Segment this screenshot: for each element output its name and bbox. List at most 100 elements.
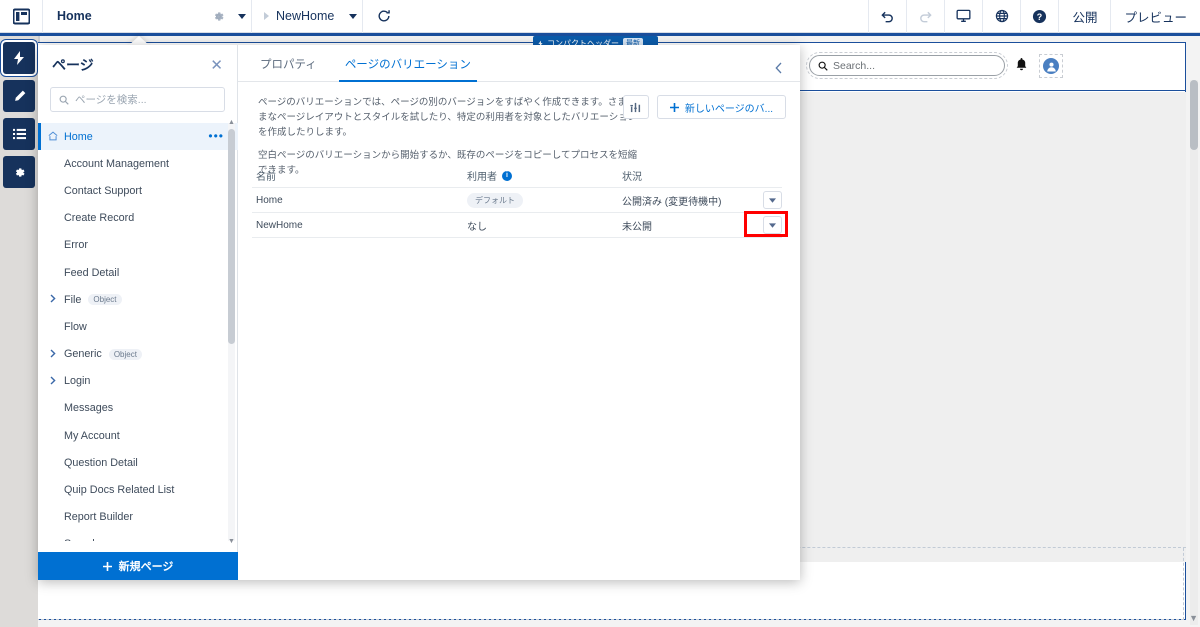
sidebar-item-label: Account Management [64, 157, 170, 170]
sidebar-item-label: My Account [64, 429, 120, 442]
new-page-button[interactable]: 新規ページ [38, 552, 238, 580]
toolbar-right-group: ? 公開 プレビュー [868, 0, 1200, 33]
scroll-down-icon[interactable]: ▼ [228, 538, 235, 545]
pages-list[interactable]: Home ••• Account Management Contact Support… [38, 123, 238, 541]
gear-icon[interactable] [3, 156, 35, 188]
avatar[interactable] [1039, 54, 1063, 78]
row-status: 公開済み (変更待機中) [622, 196, 722, 208]
pages-panel: ページ ✕ ページを検索... Home ••• Account Managemen… [38, 45, 238, 580]
publish-button[interactable]: 公開 [1058, 0, 1110, 33]
canvas-scrollbar[interactable] [1190, 80, 1198, 625]
tab-page-variations[interactable]: ページのバリエーション [338, 56, 477, 82]
chevron-left-icon[interactable] [775, 62, 782, 74]
search-icon [59, 95, 69, 105]
top-toolbar: Home NewHome ? 公開 プレビュー [0, 0, 1200, 33]
sidebar-item-error[interactable]: Error [38, 232, 238, 259]
sidebar-item-search[interactable]: Search [38, 531, 238, 541]
sidebar-item-label: Login [64, 375, 91, 388]
row-menu-caret-down-icon[interactable] [763, 216, 782, 234]
row-name: Home [256, 194, 283, 206]
home-icon [48, 131, 58, 141]
pencil-icon[interactable] [3, 80, 35, 112]
sidebar-item-label: Quip Docs Related List [64, 484, 175, 497]
sidebar-item-my-account[interactable]: My Account [38, 422, 238, 449]
new-page-variation-button[interactable]: 新しいページのバ... [656, 95, 786, 119]
sidebar-item-flow[interactable]: Flow [38, 313, 238, 340]
priority-icon[interactable] [622, 95, 649, 119]
sidebar-item-create-record[interactable]: Create Record [38, 205, 238, 232]
undo-icon[interactable] [868, 0, 906, 33]
sidebar-item-label: Error [64, 239, 88, 252]
search-icon [818, 61, 828, 71]
column-header-audience: 利用者 i [467, 168, 622, 183]
sidebar-item-login[interactable]: Login [38, 368, 238, 395]
globe-icon[interactable] [982, 0, 1020, 33]
sidebar-item-label: Search [64, 538, 98, 541]
info-icon[interactable]: i [502, 170, 512, 181]
audience-pill: デフォルト [467, 192, 523, 208]
variations-panel: プロパティ ページのバリエーション ページのバリエーションでは、ページの別のバー… [238, 45, 800, 580]
scroll-up-icon[interactable]: ▲ [228, 119, 235, 126]
pages-search-placeholder: ページを検索... [75, 94, 147, 106]
page-title: Home [57, 9, 92, 23]
sidebar-item-label: Messages [64, 402, 114, 415]
column-header-status: 状況 [622, 172, 642, 183]
sidebar-item-label: File [64, 293, 82, 306]
app-name[interactable]: NewHome [252, 0, 344, 33]
plus-icon [102, 561, 112, 571]
pages-search-input[interactable]: ページを検索... [50, 87, 225, 112]
sidebar-item-contact-support[interactable]: Contact Support [38, 177, 238, 204]
help-icon[interactable]: ? [1020, 0, 1058, 33]
sidebar-item-feed-detail[interactable]: Feed Detail [38, 259, 238, 286]
sidebar-item-label: Create Record [64, 212, 135, 225]
variations-actions: 新しいページのバ... [622, 95, 786, 119]
sidebar-item-report-builder[interactable]: Report Builder [38, 504, 238, 531]
sidebar-item-messages[interactable]: Messages [38, 395, 238, 422]
row-status: 未公開 [622, 221, 652, 233]
desktop-icon[interactable] [944, 0, 982, 33]
bell-icon[interactable] [1015, 58, 1028, 72]
table-row[interactable]: Home デフォルト 公開済み (変更待機中) [252, 188, 782, 213]
new-page-variation-label: 新しいページのバ... [684, 103, 773, 115]
variations-description-1: ページのバリエーションでは、ページの別のバージョンをすばやく作成できます。さまざ… [258, 97, 638, 138]
gear-caret-down-icon[interactable] [233, 0, 251, 33]
sidebar-item-label: Home [64, 130, 93, 143]
pages-panel-title: ページ [52, 57, 94, 73]
sidebar-item-label: Contact Support [64, 184, 143, 197]
avatar-icon [1043, 58, 1059, 74]
gear-icon[interactable] [203, 0, 233, 33]
row-menu-caret-down-icon[interactable] [763, 191, 782, 209]
search-input[interactable]: Search... [806, 52, 1008, 79]
sidebar-item-home[interactable]: Home ••• [38, 123, 238, 151]
list-icon[interactable] [3, 118, 35, 150]
pages-panel-header: ページ ✕ [38, 45, 237, 85]
sidebar-item-generic[interactable]: Generic Object [38, 341, 238, 368]
chevron-right-icon[interactable] [50, 294, 56, 303]
row-name: NewHome [256, 219, 303, 231]
sidebar-item-account-management[interactable]: Account Management [38, 150, 238, 177]
refresh-icon[interactable] [363, 0, 405, 33]
pages-list-scrollbar[interactable]: ▲ ▼ [228, 119, 235, 545]
sidebar-item-question-detail[interactable]: Question Detail [38, 449, 238, 476]
close-icon[interactable]: ✕ [210, 58, 223, 73]
app-root: Home NewHome ? 公開 プレビュー Search... ▼ コンパク… [0, 0, 1200, 627]
scroll-down-icon[interactable]: ▼ [1189, 613, 1198, 623]
chevron-right-icon[interactable] [50, 348, 56, 358]
preview-button[interactable]: プレビュー [1110, 0, 1200, 33]
more-horizontal-icon[interactable]: ••• [208, 129, 224, 143]
sidebar-item-quip-docs-related-list[interactable]: Quip Docs Related List [38, 476, 238, 503]
variations-table: 名前 利用者 i 状況 Home デフォルト 公開済み (変更待機中) NewHome なし 未公… [252, 164, 782, 238]
lightning-icon[interactable] [3, 42, 35, 74]
column-header-name: 名前 [256, 172, 276, 183]
canvas-scrollbar-thumb[interactable] [1190, 80, 1198, 150]
sidebar-item-label: Report Builder [64, 511, 134, 524]
builder-logo-icon[interactable] [0, 0, 42, 33]
table-row[interactable]: NewHome なし 未公開 [252, 213, 782, 238]
chevron-right-icon[interactable] [50, 376, 56, 385]
new-page-label: 新規ページ [118, 561, 174, 573]
tab-properties[interactable]: プロパティ [260, 56, 317, 81]
sidebar-item-file[interactable]: File Object [38, 286, 238, 313]
pages-list-scrollbar-thumb[interactable] [228, 129, 235, 344]
row-audience: なし [467, 218, 622, 233]
app-caret-down-icon[interactable] [344, 0, 362, 33]
